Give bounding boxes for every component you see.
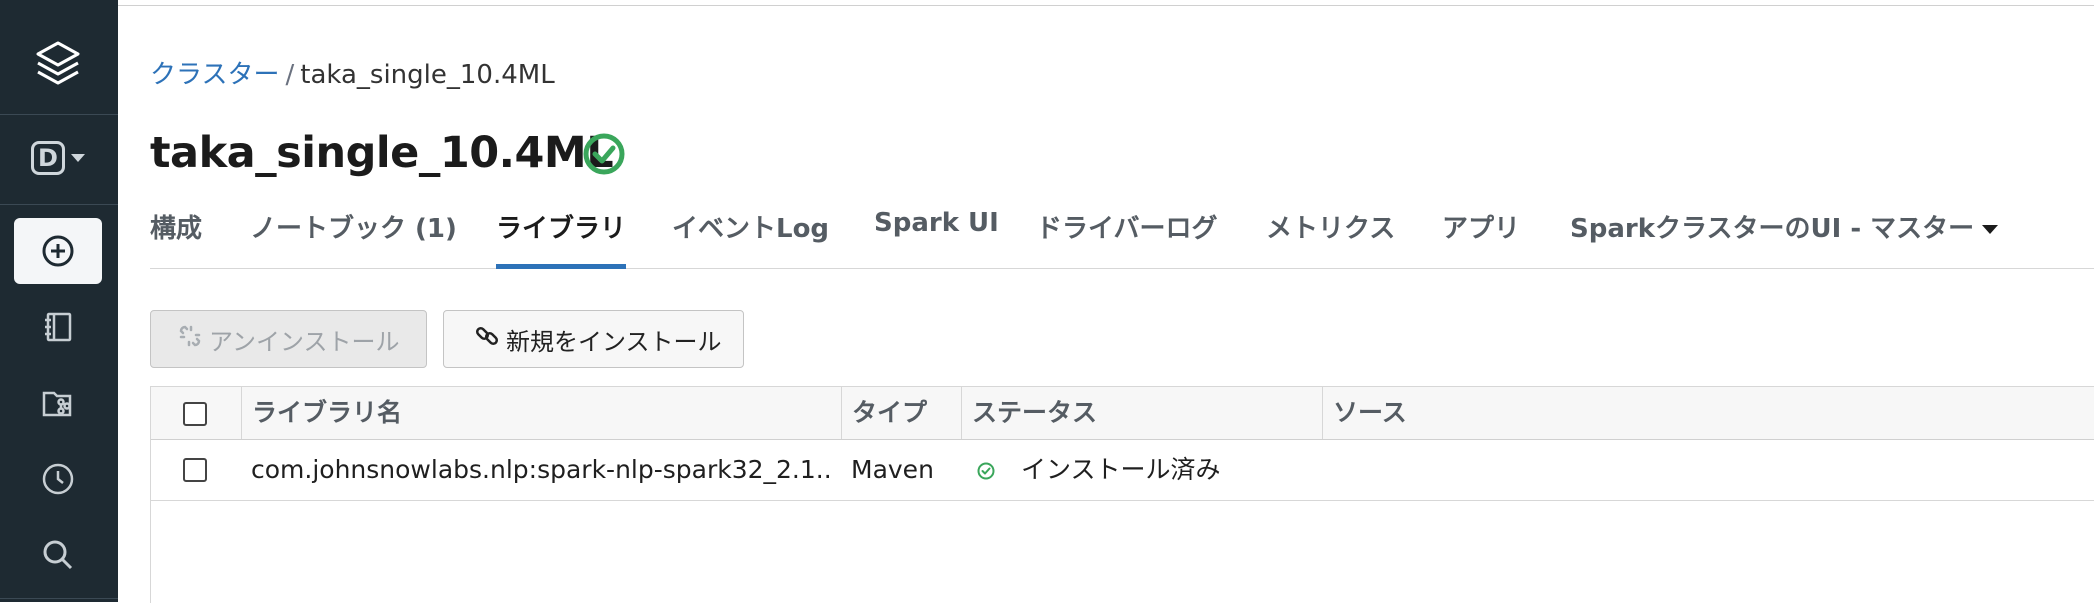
table-row[interactable]: com.johnsnowlabs.nlp:spark-nlp-spark32_2… bbox=[151, 440, 2094, 501]
library-source-cell bbox=[1332, 440, 2032, 500]
tab-notebooks[interactable]: ノートブック (1) bbox=[250, 208, 457, 266]
create-plus-icon bbox=[41, 234, 75, 268]
tab-event-log[interactable]: イベントLog bbox=[672, 208, 829, 266]
chevron-down-icon bbox=[1982, 225, 1999, 234]
sidebar-logo-layers[interactable] bbox=[14, 30, 102, 96]
tab-spark-cluster-ui-master[interactable]: SparkクラスターのUI - マスター bbox=[1570, 208, 1999, 266]
tab-driver-logs[interactable]: ドライバーログ bbox=[1036, 208, 1217, 266]
sidebar-divider bbox=[0, 598, 118, 599]
breadcrumb-current: taka_single_10.4ML bbox=[300, 60, 555, 90]
sidebar-divider bbox=[0, 114, 118, 115]
check-circle-icon bbox=[977, 462, 995, 484]
check-circle-icon bbox=[582, 132, 626, 176]
unlink-icon bbox=[177, 323, 209, 355]
library-type-cell: Maven bbox=[851, 455, 934, 484]
uninstall-button[interactable]: アンインストール bbox=[150, 310, 427, 368]
workspace-switcher[interactable]: D bbox=[14, 125, 102, 191]
tab-apps[interactable]: アプリ bbox=[1442, 208, 1520, 266]
tab-configuration[interactable]: 構成 bbox=[150, 208, 202, 266]
notebook-icon bbox=[41, 310, 75, 344]
repos-icon bbox=[40, 385, 76, 421]
library-status-cell: インストール済み bbox=[1021, 455, 1221, 484]
column-header-type[interactable]: タイプ bbox=[841, 387, 961, 439]
tab-libraries[interactable]: ライブラリ bbox=[496, 208, 627, 269]
column-header-status[interactable]: ステータス bbox=[961, 387, 1322, 439]
breadcrumb-clusters-link[interactable]: クラスター bbox=[150, 60, 279, 90]
link-icon bbox=[474, 323, 506, 355]
sidebar: D bbox=[0, 0, 118, 602]
install-new-button[interactable]: 新規をインストール bbox=[443, 310, 744, 368]
workspace-d-icon: D bbox=[31, 141, 85, 175]
page-title: taka_single_10.4ML bbox=[150, 128, 614, 178]
table-header: ライブラリ名 タイプ ステータス ソース bbox=[151, 387, 2094, 440]
select-all-checkbox[interactable] bbox=[183, 402, 207, 426]
tab-spark-ui[interactable]: Spark UI bbox=[874, 208, 999, 266]
sidebar-item-workspace[interactable] bbox=[14, 294, 102, 360]
chevron-down-icon bbox=[71, 154, 85, 162]
cluster-tabs: 構成 ノートブック (1) ライブラリ イベントLog Spark UI ドライ… bbox=[150, 208, 2094, 269]
sidebar-item-create[interactable] bbox=[14, 218, 102, 284]
column-header-source[interactable]: ソース bbox=[1322, 387, 2094, 439]
sidebar-divider bbox=[0, 204, 118, 205]
layers-icon bbox=[32, 37, 84, 89]
tab-metrics[interactable]: メトリクス bbox=[1266, 208, 1395, 266]
breadcrumb-separator: / bbox=[285, 60, 295, 90]
column-header-library-name[interactable]: ライブラリ名 bbox=[241, 387, 841, 439]
library-name-cell: com.johnsnowlabs.nlp:spark-nlp-spark32_2… bbox=[251, 455, 831, 484]
breadcrumb: クラスター / taka_single_10.4ML bbox=[150, 54, 555, 91]
row-checkbox[interactable] bbox=[183, 458, 207, 482]
workspace-letter: D bbox=[31, 141, 65, 175]
sidebar-item-repos[interactable] bbox=[14, 370, 102, 436]
sidebar-item-search[interactable] bbox=[14, 522, 102, 588]
libraries-table: ライブラリ名 タイプ ステータス ソース com.johnsnowlabs.nl… bbox=[150, 386, 2094, 603]
install-new-label: 新規をインストール bbox=[506, 327, 722, 356]
top-border bbox=[118, 0, 2094, 6]
search-icon bbox=[41, 538, 75, 572]
sidebar-item-recents[interactable] bbox=[14, 446, 102, 512]
uninstall-label: アンインストール bbox=[209, 327, 400, 356]
history-clock-icon bbox=[41, 462, 75, 496]
